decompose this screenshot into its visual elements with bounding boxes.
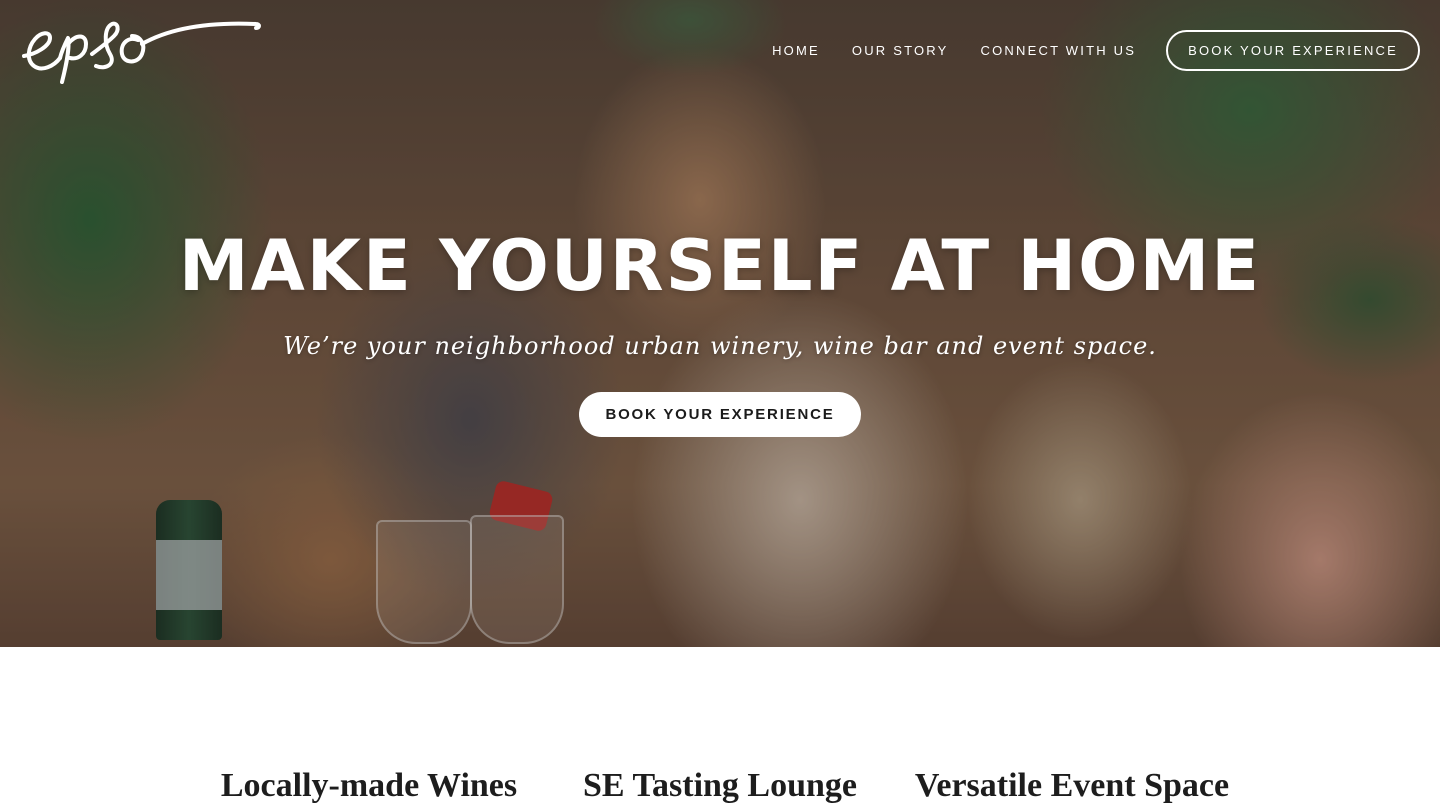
nav-connect-with-us[interactable]: CONNECT WITH US xyxy=(981,43,1137,58)
bottle-label xyxy=(156,540,222,610)
wine-bottle-image xyxy=(156,500,222,640)
hero-content: MAKE YOURSELF AT HOME We’re your neighbo… xyxy=(0,222,1440,437)
hero-title: MAKE YOURSELF AT HOME xyxy=(178,225,1262,307)
hero-subtitle: We’re your neighborhood urban winery, wi… xyxy=(283,332,1157,360)
hero-section: HOME OUR STORY CONNECT WITH US BOOK YOUR… xyxy=(0,0,1440,647)
features-section: Locally-made Wines SE Tasting Lounge Ver… xyxy=(0,647,1440,804)
wine-glass xyxy=(470,515,564,644)
nav-our-story[interactable]: OUR STORY xyxy=(852,43,949,58)
nav-home[interactable]: HOME xyxy=(772,43,820,58)
feature-locally-made-wines: Locally-made Wines xyxy=(220,767,518,805)
wine-glass xyxy=(376,520,472,644)
top-navigation: HOME OUR STORY CONNECT WITH US BOOK YOUR… xyxy=(0,0,1440,100)
main-nav: HOME OUR STORY CONNECT WITH US BOOK YOUR… xyxy=(772,30,1420,71)
enso-logo[interactable] xyxy=(20,14,262,88)
enso-logo-wordmark xyxy=(22,21,261,84)
hero-book-experience-button[interactable]: BOOK YOUR EXPERIENCE xyxy=(579,392,861,437)
feature-se-tasting-lounge: SE Tasting Lounge xyxy=(582,767,858,805)
bottle-cap xyxy=(488,479,554,533)
nav-book-experience-button[interactable]: BOOK YOUR EXPERIENCE xyxy=(1166,30,1420,71)
feature-versatile-event-space: Versatile Event Space xyxy=(914,767,1230,805)
